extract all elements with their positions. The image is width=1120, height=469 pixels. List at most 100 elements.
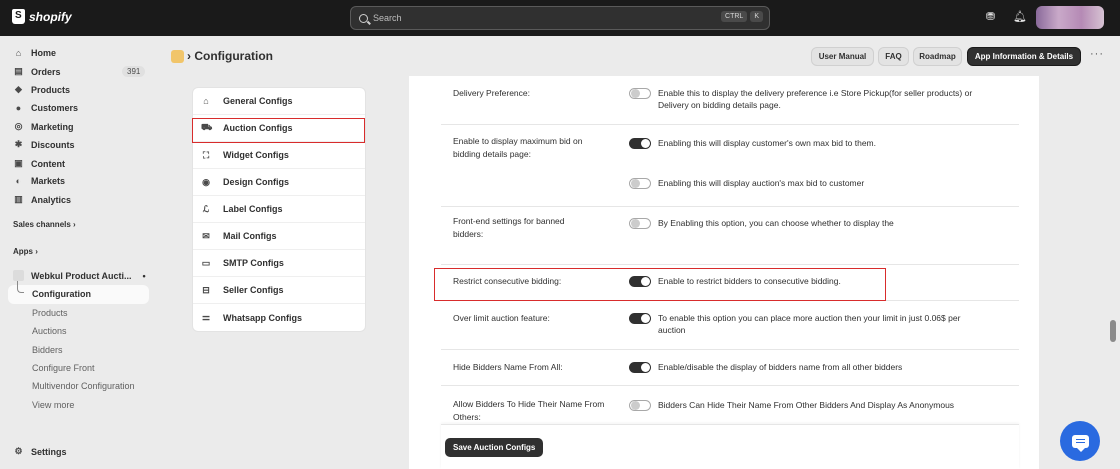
top-bar: shopify Search CTRL K ⛃ 🔔︎ bbox=[0, 0, 1120, 36]
sidebar-item-label: Content bbox=[31, 158, 65, 169]
app-icon bbox=[13, 270, 24, 281]
sidebar-item-markets[interactable]: ◐ Markets bbox=[13, 176, 65, 186]
sidebar: ⌂ Home ▤ Orders 391 ◆ Products ● Custome… bbox=[0, 36, 157, 469]
setting-option: Enabling this will display auction's max… bbox=[629, 177, 988, 189]
search-placeholder: Search bbox=[373, 13, 402, 23]
page-header: › Configuration User Manual FAQ Roadmap … bbox=[157, 36, 1120, 76]
highlight-auction-configs bbox=[192, 118, 365, 143]
highlight-restrict-consecutive bbox=[434, 268, 886, 301]
bell-icon[interactable]: 🔔︎ bbox=[1013, 12, 1027, 23]
toggle-switch[interactable] bbox=[629, 218, 651, 229]
sidebar-item-marketing[interactable]: ◎ Marketing bbox=[13, 121, 74, 132]
setting-label: Delivery Preference: bbox=[453, 88, 531, 98]
config-nav-label: SMTP Configs bbox=[223, 258, 284, 268]
sidebar-item-label: Marketing bbox=[31, 121, 74, 132]
config-nav-general[interactable]: ⌂ General Configs bbox=[193, 88, 365, 115]
app-icon bbox=[171, 50, 184, 63]
sidebar-item-products[interactable]: ◆ Products bbox=[13, 84, 70, 95]
sidebar-sub-auctions[interactable]: Auctions bbox=[32, 326, 67, 336]
setting-option-text: Enable/disable the display of bidders na… bbox=[658, 362, 903, 372]
app-webkul-auction[interactable]: Webkul Product Aucti... • bbox=[13, 270, 146, 281]
label-icon: ℒ bbox=[202, 203, 210, 214]
toggle-switch[interactable] bbox=[629, 400, 651, 411]
sidebar-item-label: Customers bbox=[31, 103, 79, 113]
faq-button[interactable]: FAQ bbox=[878, 47, 909, 66]
sidebar-item-customers[interactable]: ● Customers bbox=[13, 103, 78, 113]
sidebar-item-label: Products bbox=[31, 84, 71, 95]
sales-channels-heading[interactable]: Sales channels › bbox=[13, 220, 76, 229]
sales-channels-label: Sales channels bbox=[13, 220, 71, 229]
toggle-switch[interactable] bbox=[629, 178, 651, 189]
setting-label: Hide Bidders Name From All: bbox=[453, 362, 563, 372]
app-info-button[interactable]: App Information & Details bbox=[967, 47, 1081, 66]
setting-label: Over limit auction feature: bbox=[453, 313, 550, 323]
apps-heading[interactable]: Apps › bbox=[13, 247, 38, 256]
app-name: Webkul Product Aucti... bbox=[31, 270, 132, 281]
config-nav-design[interactable]: ◉ Design Configs bbox=[193, 169, 365, 196]
setting-option-text: Bidders Can Hide Their Name From Other B… bbox=[658, 400, 955, 410]
sidebar-sub-configuration[interactable]: Configuration bbox=[8, 281, 149, 304]
config-nav-whatsapp[interactable]: ⚌ Whatsapp Configs bbox=[193, 304, 365, 331]
user-manual-button[interactable]: User Manual bbox=[811, 47, 874, 66]
chevron-right-icon: › bbox=[73, 220, 76, 229]
sidebar-item-content[interactable]: ▣ Content bbox=[13, 158, 65, 169]
shortcut-keys: CTRL K bbox=[721, 11, 763, 22]
store-icon[interactable]: ⛃ bbox=[985, 12, 996, 23]
config-nav-label-configs[interactable]: ℒ Label Configs bbox=[193, 196, 365, 223]
config-nav-label: Widget Configs bbox=[223, 150, 289, 160]
chat-button[interactable] bbox=[1060, 421, 1100, 461]
shortcut-key-ctrl: CTRL bbox=[721, 11, 748, 22]
sidebar-item-label: Settings bbox=[31, 446, 67, 457]
sidebar-item-orders[interactable]: ▤ Orders bbox=[13, 66, 60, 77]
toggle-switch[interactable] bbox=[629, 138, 651, 149]
sidebar-item-settings[interactable]: ⚙ Settings bbox=[13, 446, 67, 457]
toggle-switch[interactable] bbox=[629, 88, 651, 99]
pin-dot-icon[interactable]: • bbox=[143, 271, 146, 281]
search-bar[interactable]: Search CTRL K bbox=[350, 6, 770, 30]
config-nav-label: Seller Configs bbox=[223, 285, 284, 295]
sidebar-item-home[interactable]: ⌂ Home bbox=[13, 48, 56, 58]
setting-option-text: By Enabling this option, you can choose … bbox=[658, 218, 894, 228]
setting-label: Front-end settings for banned bidders: bbox=[453, 216, 565, 239]
sidebar-sub-view-more[interactable]: View more bbox=[32, 400, 74, 410]
config-nav-smtp[interactable]: ▭ SMTP Configs bbox=[193, 250, 365, 277]
save-auction-configs-button[interactable]: Save Auction Configs bbox=[445, 438, 544, 457]
config-nav-label: Design Configs bbox=[223, 177, 290, 187]
config-nav-seller[interactable]: ⊟ Seller Configs bbox=[193, 277, 365, 304]
roadmap-button[interactable]: Roadmap bbox=[913, 47, 962, 66]
tag-icon: ◆ bbox=[15, 84, 22, 94]
setting-option: Enable/disable the display of bidders na… bbox=[629, 361, 988, 373]
sidebar-sub-multivendor[interactable]: Multivendor Configuration bbox=[32, 381, 135, 391]
orders-count-badge: 391 bbox=[122, 66, 146, 77]
shopify-logo[interactable]: shopify bbox=[12, 9, 72, 24]
seller-icon: ⊟ bbox=[202, 284, 210, 295]
config-nav-label: General Configs bbox=[223, 96, 293, 106]
sidebar-sub-configure-front[interactable]: Configure Front bbox=[32, 363, 95, 373]
gear-icon: ⚙ bbox=[14, 446, 23, 456]
sidebar-sub-products[interactable]: Products bbox=[32, 308, 68, 318]
more-actions-icon[interactable]: ··· bbox=[1090, 48, 1104, 60]
account-avatar[interactable] bbox=[1036, 6, 1104, 29]
content-icon: ▣ bbox=[14, 158, 23, 168]
setting-label: Enable to display maximum bid on bidding… bbox=[453, 136, 583, 159]
toggle-switch[interactable] bbox=[629, 362, 651, 373]
sidebar-item-label: Home bbox=[31, 48, 57, 58]
eye-icon: ◉ bbox=[202, 176, 210, 187]
config-nav-widget[interactable]: ⛶ Widget Configs bbox=[193, 142, 365, 169]
person-icon: ● bbox=[15, 103, 22, 113]
config-nav-mail[interactable]: ✉ Mail Configs bbox=[193, 223, 365, 250]
setting-row-delivery: Delivery Preference: Enable this to disp… bbox=[441, 76, 1019, 125]
sidebar-item-analytics[interactable]: ▥ Analytics bbox=[13, 194, 71, 205]
config-nav-label: Mail Configs bbox=[223, 231, 277, 241]
sidebar-item-discounts[interactable]: ✱ Discounts bbox=[13, 139, 75, 150]
sidebar-item-label: Discounts bbox=[31, 139, 75, 150]
chart-icon: ▥ bbox=[14, 194, 23, 204]
search-icon bbox=[359, 13, 368, 23]
setting-option: Enable this to display the delivery pref… bbox=[629, 87, 988, 111]
chat-icon bbox=[1071, 434, 1089, 452]
page-title: › Configuration bbox=[187, 49, 273, 63]
setting-option: Bidders Can Hide Their Name From Other B… bbox=[629, 399, 1018, 411]
sidebar-sub-bidders[interactable]: Bidders bbox=[32, 345, 63, 355]
toggle-switch[interactable] bbox=[629, 313, 651, 324]
scrollbar-thumb[interactable] bbox=[1110, 320, 1116, 342]
